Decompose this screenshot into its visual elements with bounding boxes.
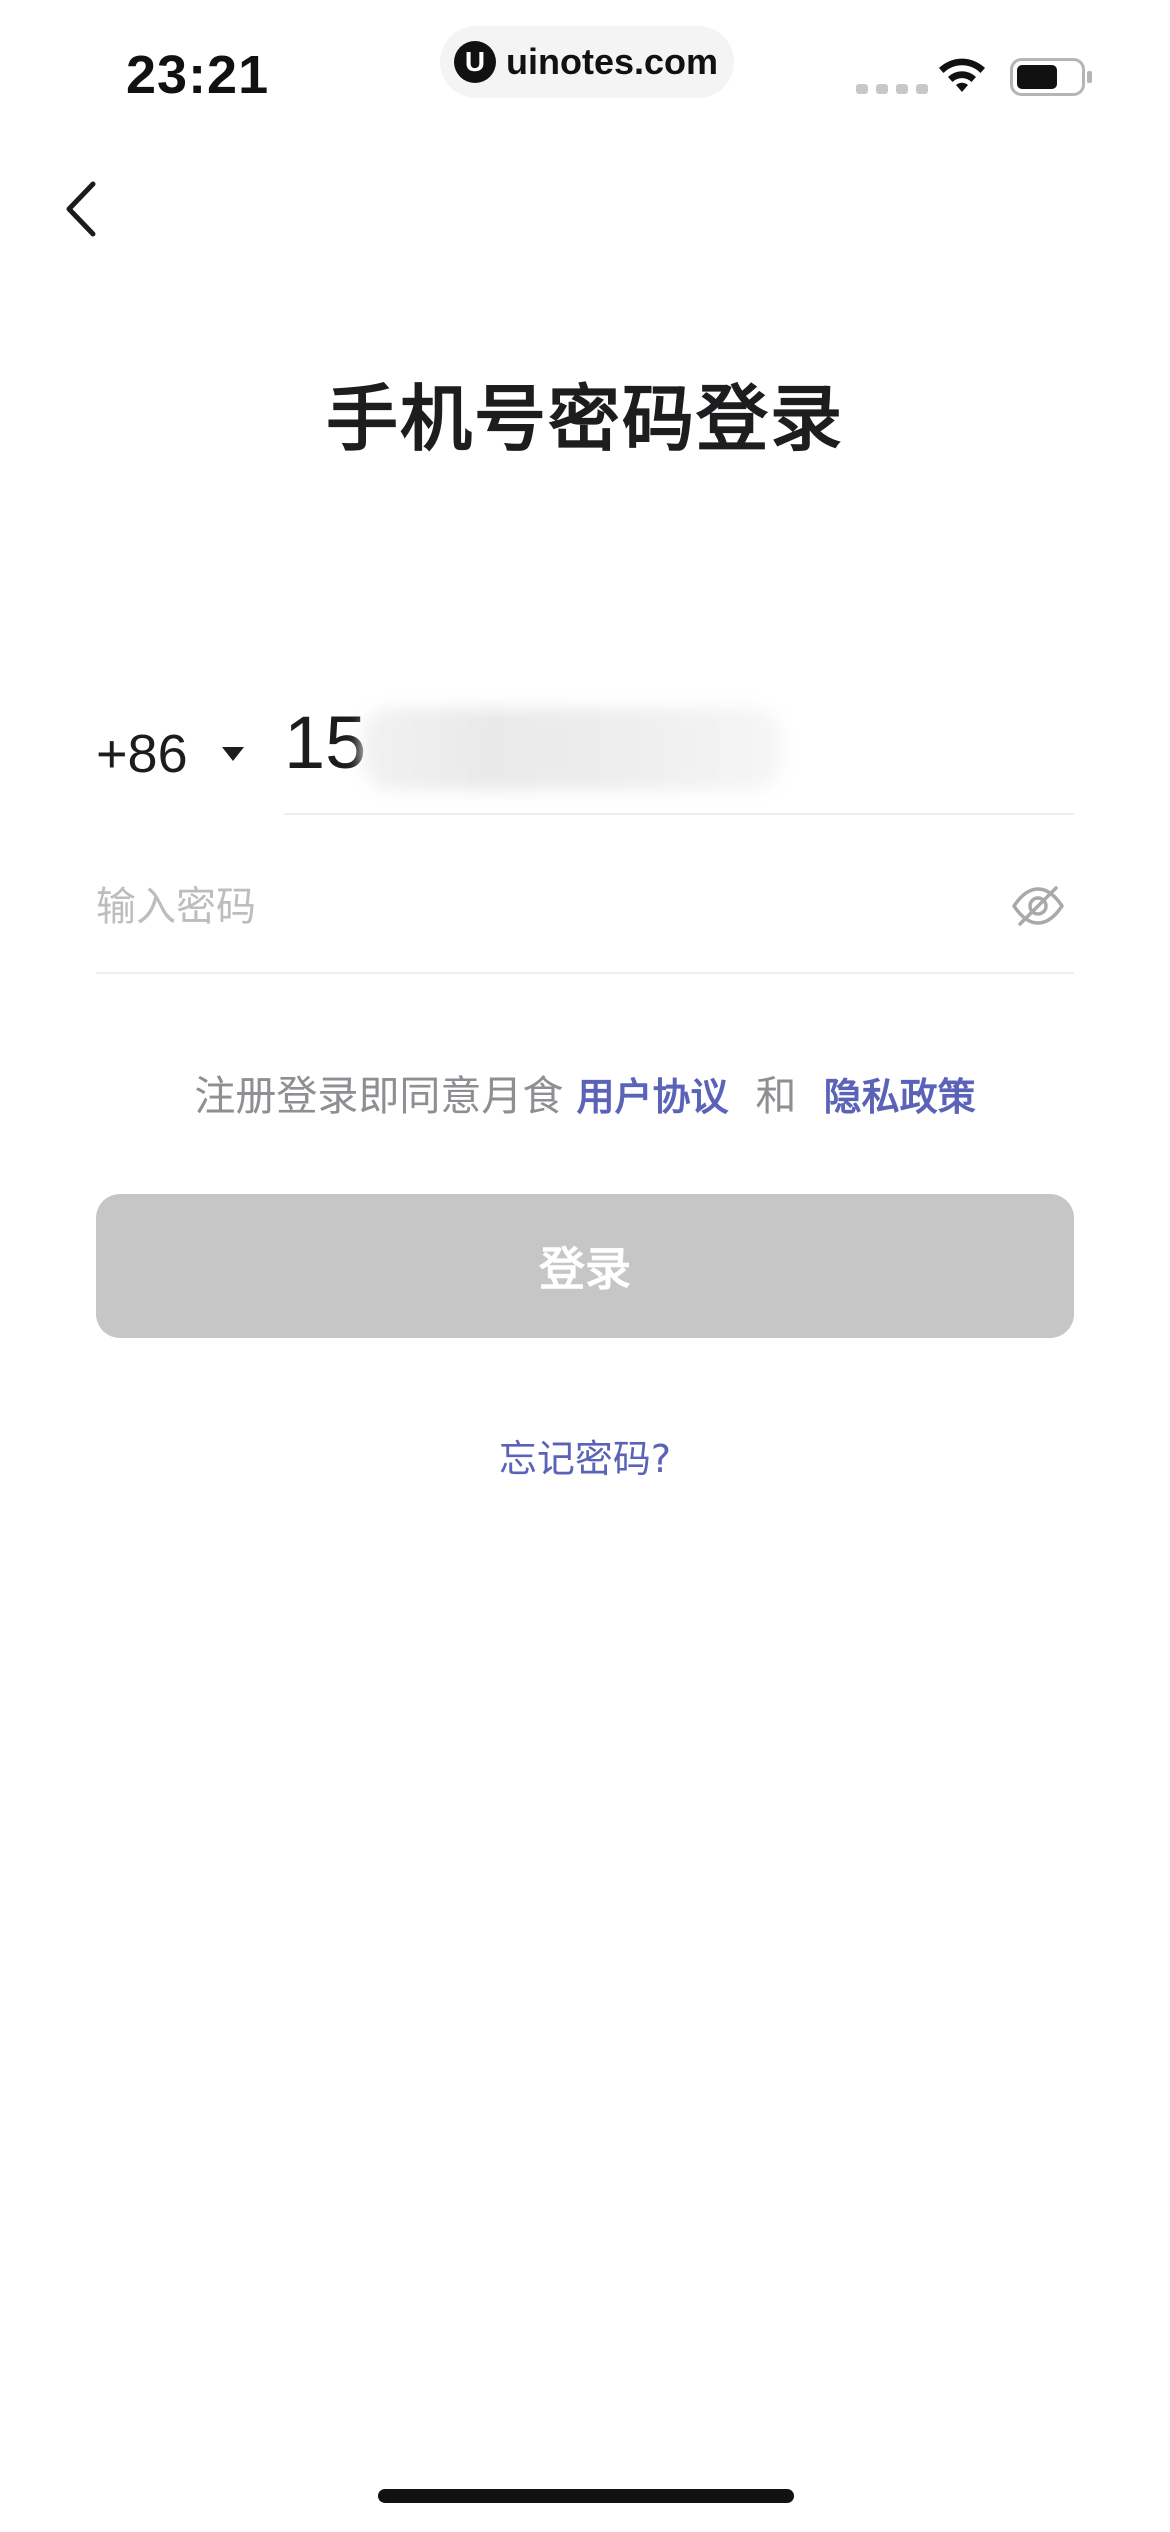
user-agreement-link[interactable]: 用户协议 [576, 1075, 728, 1119]
privacy-policy-link[interactable]: 隐私政策 [824, 1075, 976, 1119]
forgot-password-link[interactable]: 忘记密码? [0, 1428, 1170, 1483]
password-row [96, 838, 1074, 974]
eye-off-icon[interactable] [1008, 876, 1068, 936]
chevron-left-icon [66, 181, 96, 237]
caret-down-icon [221, 747, 244, 761]
page-title: 手机号密码登录 [325, 377, 844, 461]
phone-number-redaction [362, 708, 782, 790]
status-bar: 23:21 U uinotes.com [0, 0, 1170, 150]
agreement-text: 注册登录即同意月食 用户协议 和 隐私政策 [0, 1062, 1170, 1122]
agreement-and: 和 [755, 1072, 797, 1120]
battery-icon [1010, 58, 1092, 96]
login-button[interactable]: 登录 [96, 1194, 1074, 1338]
home-indicator [378, 2489, 794, 2503]
back-button[interactable] [50, 174, 110, 244]
password-input[interactable] [96, 872, 956, 942]
phone-input[interactable]: 15 [284, 690, 1074, 815]
phone-number-value: 15 [284, 701, 367, 784]
cellular-signal-icon [856, 84, 928, 94]
agreement-prefix: 注册登录即同意月食 [194, 1072, 564, 1120]
status-time: 23:21 [126, 45, 270, 105]
country-code-label: +86 [96, 724, 188, 784]
site-logo-icon: U [454, 41, 496, 83]
phone-row: +86 15 [96, 690, 1074, 820]
url-text: uinotes.com [506, 41, 719, 82]
url-pill[interactable]: U uinotes.com [440, 26, 734, 98]
country-code-selector[interactable]: +86 [96, 716, 244, 792]
wifi-icon [939, 58, 985, 92]
